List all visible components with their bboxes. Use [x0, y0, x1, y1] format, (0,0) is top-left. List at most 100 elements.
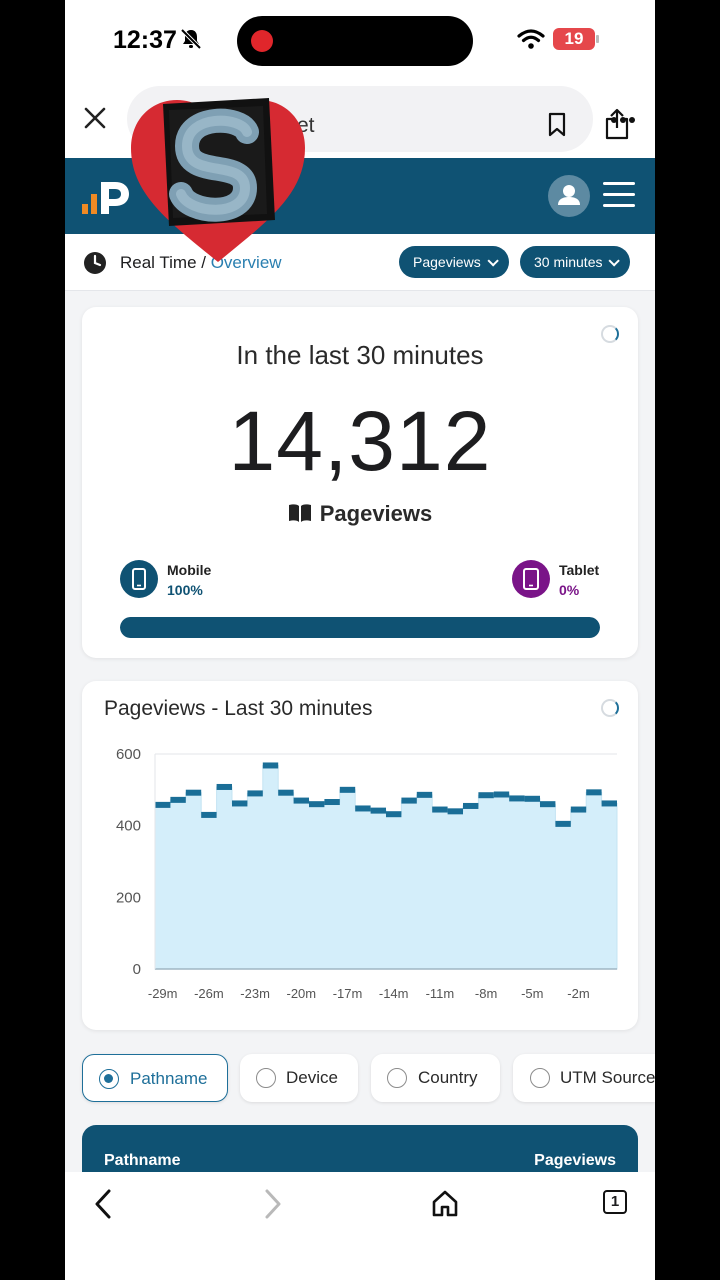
tablet-label: Tablet	[559, 562, 600, 578]
data-point-segment	[509, 795, 525, 802]
x-tick-label: -23m	[240, 986, 270, 1001]
menu-line	[603, 182, 635, 185]
column-pathname: Pathname	[104, 1152, 181, 1169]
mobile-label: Mobile	[167, 562, 212, 578]
home-icon[interactable]	[431, 1189, 459, 1217]
data-point-segment	[355, 805, 371, 812]
data-point-segment	[416, 791, 433, 798]
tab-count: 1	[610, 1193, 620, 1210]
x-tick-label: -11m	[426, 986, 455, 1001]
x-tick-label: -14m	[379, 986, 409, 1001]
battery-indicator: 19	[553, 28, 595, 50]
time-range-dropdown-label: 30 minutes	[534, 254, 603, 270]
bookmark-icon[interactable]	[547, 112, 567, 138]
data-point-segment	[170, 796, 186, 803]
device-split-bar	[120, 617, 600, 638]
user-icon	[558, 185, 580, 205]
data-point-segment	[232, 800, 248, 807]
tablet-icon	[523, 568, 539, 590]
clock-icon	[84, 252, 106, 274]
x-tick-label: -5m	[521, 986, 543, 1001]
mobile-phone-icon	[132, 568, 146, 590]
menu-line	[603, 193, 635, 196]
close-icon[interactable]	[83, 106, 107, 130]
data-point-segment	[324, 799, 340, 806]
filter-pathname[interactable]: Pathname	[82, 1054, 228, 1102]
data-point-segment	[185, 789, 202, 796]
data-point-segment	[493, 791, 510, 798]
radio-icon	[530, 1068, 550, 1088]
y-tick-label: 0	[133, 961, 141, 978]
x-tick-label: -29m	[148, 986, 178, 1001]
battery-tip	[596, 35, 599, 43]
data-point-segment	[216, 783, 232, 790]
summary-card: In the last 30 minutes 14,312 Pageviews …	[82, 307, 638, 658]
mobile-share-fill	[120, 617, 600, 638]
data-point-segment	[401, 797, 417, 804]
column-pageviews: Pageviews	[534, 1152, 616, 1169]
x-tick-label: -20m	[286, 986, 316, 1001]
browser-bottom-toolbar: 1	[65, 1172, 655, 1280]
mobile-percent: 100%	[167, 582, 203, 598]
dynamic-island	[237, 16, 473, 66]
back-arrow-icon[interactable]	[93, 1188, 113, 1220]
metric-dropdown[interactable]: Pageviews	[399, 246, 509, 278]
data-point-segment	[247, 790, 263, 797]
data-point-segment	[432, 806, 448, 813]
x-tick-label: -26m	[194, 986, 224, 1001]
filter-utm-source-label: UTM Source	[560, 1068, 655, 1087]
metric-label: Pageviews	[319, 501, 433, 526]
data-point-segment	[524, 795, 540, 802]
metric-label-row: Pageviews	[82, 501, 638, 527]
data-point-segment	[278, 789, 294, 796]
tabs-button[interactable]: 1	[603, 1190, 627, 1214]
pageviews-chart-card: Pageviews - Last 30 minutes 0 200 400 600 -2…	[82, 681, 638, 1030]
status-bar: 12:37 19	[65, 0, 655, 80]
account-button[interactable]	[548, 175, 590, 217]
data-point-segment	[262, 762, 279, 769]
recording-indicator-icon	[251, 30, 273, 52]
data-point-segment	[201, 811, 217, 818]
time-range-dropdown[interactable]: 30 minutes	[520, 246, 631, 278]
area-fill	[154, 764, 618, 970]
data-point-segment	[293, 797, 309, 804]
share-icon[interactable]	[604, 108, 630, 140]
x-tick-label: -8m	[475, 986, 497, 1001]
data-point-segment	[155, 801, 171, 808]
status-time: 12:37	[113, 26, 177, 54]
more-options-icon[interactable]	[610, 116, 636, 124]
filter-utm-source[interactable]: UTM Source	[513, 1054, 655, 1102]
book-icon	[288, 504, 311, 522]
silent-bell-icon	[180, 28, 202, 50]
total-pageviews: 14,312	[228, 394, 492, 488]
filter-country[interactable]: Country	[371, 1054, 500, 1102]
y-tick-label: 200	[116, 889, 141, 906]
filter-device-label: Device	[286, 1068, 338, 1087]
radio-icon	[387, 1068, 407, 1088]
mobile-device-badge	[120, 560, 158, 598]
forward-arrow-icon[interactable]	[263, 1188, 283, 1220]
metric-dropdown-label: Pageviews	[413, 254, 481, 270]
tablet-percent: 0%	[559, 582, 580, 598]
menu-line	[603, 204, 635, 207]
heart-letter-s-sticker	[131, 98, 305, 262]
data-point-segment	[339, 786, 356, 793]
filter-pathname-label: Pathname	[130, 1069, 208, 1088]
battery-level: 19	[564, 29, 584, 48]
filter-device[interactable]: Device	[240, 1054, 358, 1102]
x-tick-label: -17m	[333, 986, 363, 1001]
summary-heading: In the last 30 minutes	[236, 340, 484, 370]
data-point-segment	[386, 811, 402, 818]
data-point-segment	[309, 801, 325, 808]
y-tick-label: 600	[116, 746, 141, 763]
data-point-segment	[570, 806, 587, 813]
data-point-segment	[463, 802, 479, 809]
data-point-segment	[601, 800, 617, 807]
data-point-segment	[478, 792, 494, 799]
menu-icon[interactable]	[603, 182, 635, 215]
y-tick-label: 400	[116, 818, 141, 835]
data-point-segment	[370, 807, 386, 814]
wifi-icon	[517, 29, 545, 49]
x-tick-label: -2m	[567, 986, 589, 1001]
chevron-down-icon	[487, 255, 499, 267]
